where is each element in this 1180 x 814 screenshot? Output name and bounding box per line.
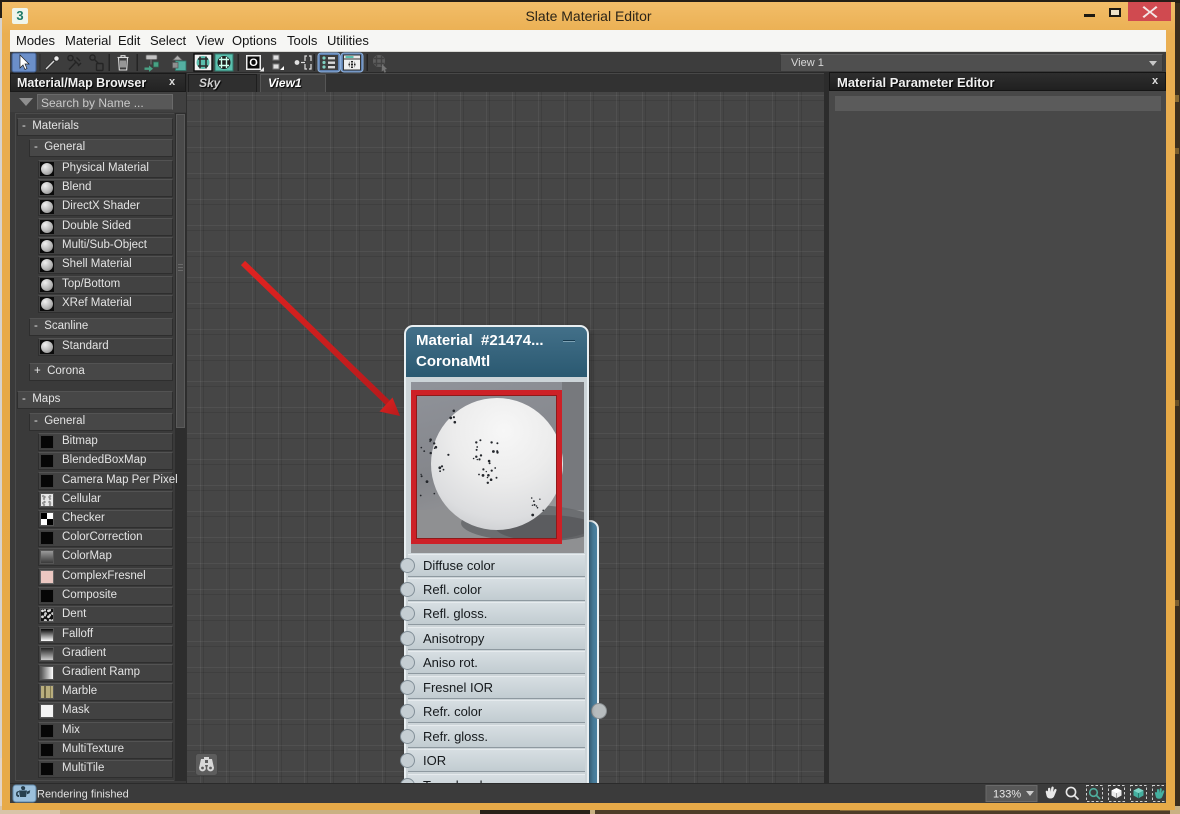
svg-text:133%: 133% xyxy=(993,789,1021,801)
svg-text:O: O xyxy=(249,57,258,69)
svg-text:Rendering finished: Rendering finished xyxy=(37,789,129,801)
